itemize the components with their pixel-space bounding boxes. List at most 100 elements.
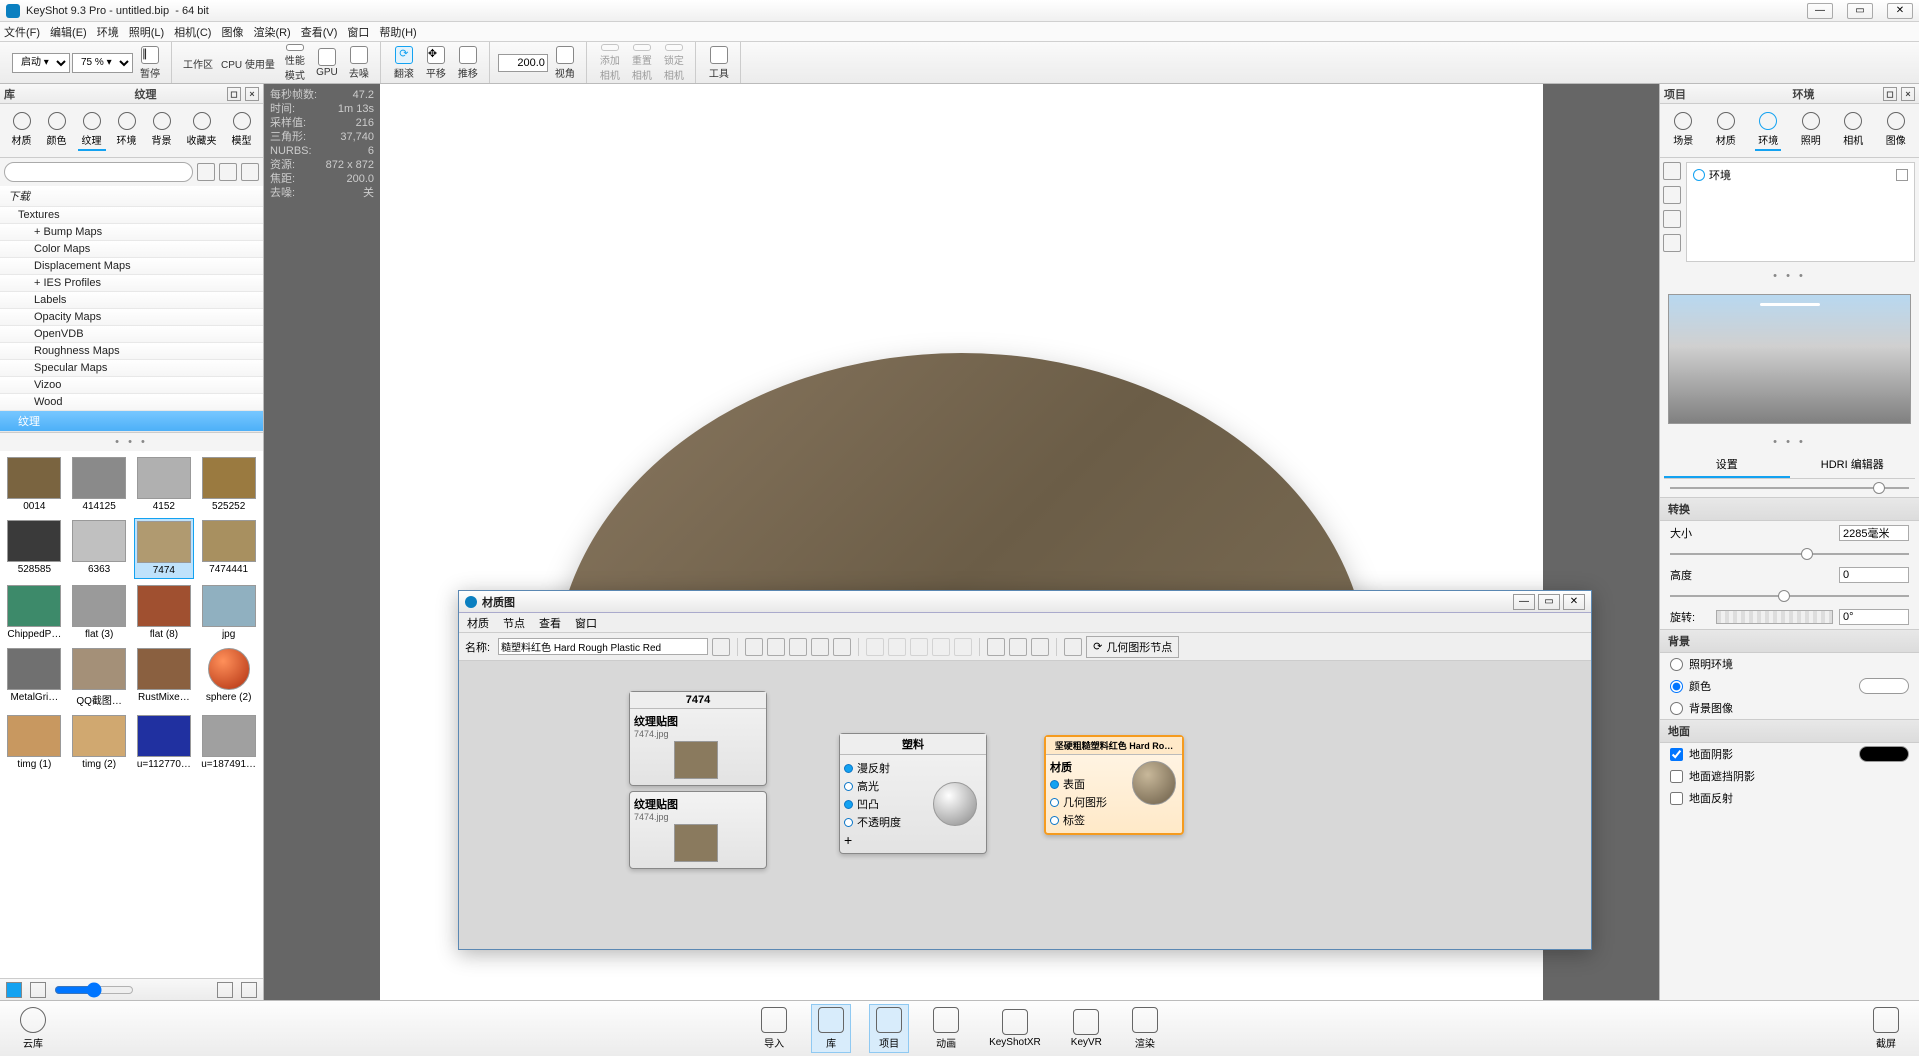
ground-reflect-check[interactable] xyxy=(1670,792,1683,805)
ground-shadow-check[interactable] xyxy=(1670,748,1683,761)
bg-radio-image[interactable] xyxy=(1670,702,1683,715)
mat-align-button[interactable] xyxy=(987,638,1005,656)
plastic-node[interactable]: 塑料 漫反射 高光 凹凸 不透明度 + xyxy=(839,733,987,854)
preview-resize-handle[interactable]: • • • xyxy=(1660,432,1919,452)
bg-color-swatch[interactable] xyxy=(1859,678,1909,694)
menu-image[interactable]: 图像 xyxy=(221,24,243,40)
matwin-close[interactable]: ✕ xyxy=(1563,594,1585,610)
tree-item[interactable]: Labels xyxy=(0,292,263,309)
pause-button[interactable]: ∥暂停 xyxy=(135,44,165,82)
brightness-slider[interactable] xyxy=(1670,487,1909,489)
launch-combo[interactable]: 启动 ▾ xyxy=(12,53,70,73)
port-geometry[interactable] xyxy=(1050,798,1059,807)
texture-thumbnail[interactable]: 6363 xyxy=(69,518,130,579)
proj-undock-button[interactable]: ◻ xyxy=(1883,87,1897,101)
bb-keyshotxr-button[interactable]: KeyShotXR xyxy=(983,1007,1047,1050)
close-button[interactable]: ✕ xyxy=(1887,3,1913,19)
tree-item[interactable]: Wood xyxy=(0,394,263,411)
proj-tab-material[interactable]: 材质 xyxy=(1713,110,1739,151)
tab-texture[interactable]: 纹理 xyxy=(78,110,106,151)
texture-thumbnail[interactable]: timg (1) xyxy=(4,713,65,772)
screenshot-button[interactable]: 截屏 xyxy=(1867,1005,1905,1052)
env-add-button[interactable] xyxy=(1663,162,1681,180)
material-graph-window[interactable]: 材质图 — ▭ ✕ 材质 节点 查看 窗口 名称: ⟳几何图形节点 xyxy=(458,590,1592,950)
port-diffuse[interactable] xyxy=(844,764,853,773)
thumbs-list-button[interactable] xyxy=(30,982,46,998)
tree-item[interactable]: 纹理 xyxy=(0,411,263,432)
texture-thumbnail[interactable]: MetalGri… xyxy=(4,646,65,709)
texture-thumbnail[interactable]: flat (3) xyxy=(69,583,130,642)
env-opt-button[interactable] xyxy=(1663,210,1681,228)
library-search-input[interactable] xyxy=(4,162,193,182)
folder-button[interactable] xyxy=(217,982,233,998)
texture-thumbnail[interactable]: 4152 xyxy=(134,455,195,514)
texture-thumbnail[interactable]: sphere (2) xyxy=(198,646,259,709)
proj-tab-scene[interactable]: 场景 xyxy=(1670,110,1696,151)
mat-recycle-button[interactable] xyxy=(811,638,829,656)
lock-camera-button[interactable]: 锁定 相机 xyxy=(659,44,689,82)
tumble-button[interactable]: ⟳翻滚 xyxy=(389,44,419,82)
height-input[interactable] xyxy=(1839,567,1909,583)
texture-thumbnail[interactable]: jpg xyxy=(198,583,259,642)
matwin-menu-window[interactable]: 窗口 xyxy=(575,615,597,631)
tree-item[interactable]: Opacity Maps xyxy=(0,309,263,326)
search-import-button[interactable] xyxy=(219,163,237,181)
mat-frame-button[interactable] xyxy=(767,638,785,656)
menu-camera[interactable]: 相机(C) xyxy=(174,24,211,40)
tree-item[interactable]: + IES Profiles xyxy=(0,275,263,292)
bb-library-button[interactable]: 库 xyxy=(811,1004,851,1053)
tab-material[interactable]: 材质 xyxy=(8,110,36,151)
size-input[interactable] xyxy=(1839,525,1909,541)
menu-help[interactable]: 帮助(H) xyxy=(379,24,416,40)
texture-thumbnail[interactable]: 7474 xyxy=(134,518,195,579)
port-specular[interactable] xyxy=(844,782,853,791)
mat-add-button[interactable] xyxy=(789,638,807,656)
menu-render[interactable]: 渲染(R) xyxy=(253,24,290,40)
bb-keyvr-button[interactable]: KeyVR xyxy=(1065,1007,1108,1050)
matwin-minimize[interactable]: — xyxy=(1513,594,1535,610)
rotate-input[interactable] xyxy=(1839,609,1909,625)
rotate-wheel[interactable] xyxy=(1716,610,1833,624)
tools-button[interactable]: 工具 xyxy=(704,44,734,82)
mat-auto-button[interactable] xyxy=(833,638,851,656)
mat-dup-button[interactable] xyxy=(954,638,972,656)
workspace-button[interactable]: 工作区 xyxy=(180,44,216,82)
dolly-button[interactable]: 推移 xyxy=(453,44,483,82)
env-list[interactable]: 环境 xyxy=(1686,162,1915,262)
bb-animation-button[interactable]: 动画 xyxy=(927,1005,965,1052)
height-slider[interactable] xyxy=(1670,595,1909,597)
panel-undock-button[interactable]: ◻ xyxy=(227,87,241,101)
tree-item[interactable]: Specular Maps xyxy=(0,360,263,377)
thumbs-grid-button[interactable] xyxy=(6,982,22,998)
mat-undo-button[interactable] xyxy=(1064,638,1082,656)
texture-thumbnail[interactable]: ChippedP… xyxy=(4,583,65,642)
port-label-port[interactable] xyxy=(1050,816,1059,825)
texture-node-2[interactable]: 纹理贴图 7474.jpg xyxy=(629,791,767,869)
panel-close-button[interactable]: × xyxy=(245,87,259,101)
menu-view[interactable]: 查看(V) xyxy=(301,24,338,40)
proj-tab-camera[interactable]: 相机 xyxy=(1840,110,1866,151)
texture-thumbnail[interactable]: 7474441 xyxy=(198,518,259,579)
pan-button[interactable]: ✥平移 xyxy=(421,44,451,82)
percent-combo[interactable]: 75 % ▾ xyxy=(72,53,133,73)
menu-lighting[interactable]: 照明(L) xyxy=(129,24,164,40)
texture-node-1[interactable]: 7474 纹理贴图 7474.jpg xyxy=(629,691,767,786)
texture-thumbnail[interactable]: timg (2) xyxy=(69,713,130,772)
maximize-button[interactable]: ▭ xyxy=(1847,3,1873,19)
proj-close-button[interactable]: × xyxy=(1901,87,1915,101)
fov-button[interactable]: 视角 xyxy=(550,44,580,82)
mat-save-button[interactable] xyxy=(712,638,730,656)
tree-item[interactable]: 下载 xyxy=(0,186,263,207)
texture-thumbnail[interactable]: 528585 xyxy=(4,518,65,579)
cpu-usage-button[interactable]: CPU 使用量 xyxy=(218,44,278,82)
thumb-size-slider[interactable] xyxy=(54,982,134,998)
menu-file[interactable]: 文件(F) xyxy=(4,24,40,40)
mat-copy-button[interactable] xyxy=(866,638,884,656)
mat-paste-button[interactable] xyxy=(932,638,950,656)
library-tree[interactable]: 下载Textures+ Bump MapsColor MapsDisplacem… xyxy=(0,186,263,433)
tree-item[interactable]: OpenVDB xyxy=(0,326,263,343)
tab-favorites[interactable]: 收藏夹 xyxy=(183,110,221,151)
import-button[interactable] xyxy=(241,982,257,998)
texture-thumbnail[interactable]: u=187491… xyxy=(198,713,259,772)
port-bump[interactable] xyxy=(844,800,853,809)
